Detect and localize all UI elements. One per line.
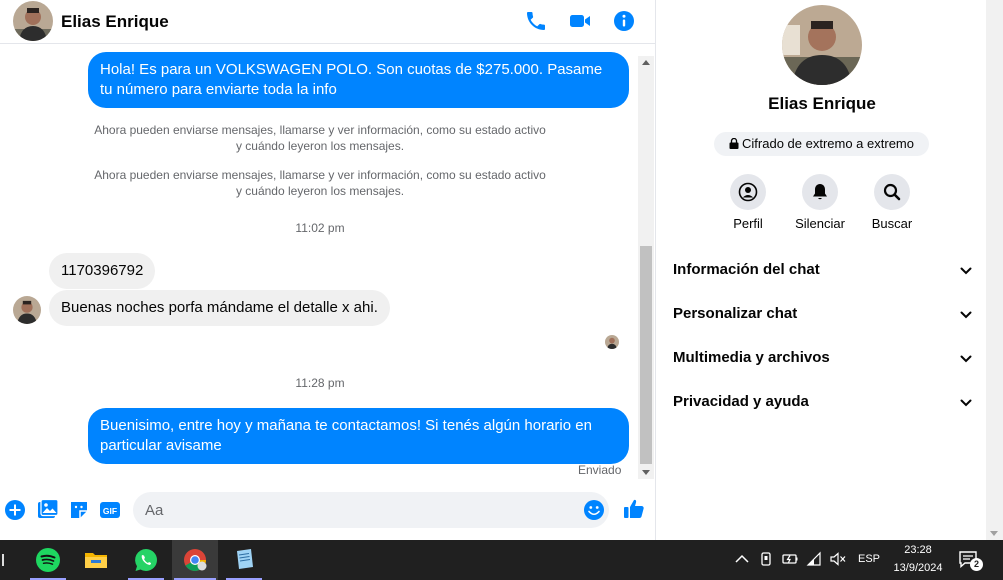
contact-name[interactable]: Elias Enrique [61, 12, 169, 32]
clock-time[interactable]: 23:28 [892, 544, 944, 556]
clock-date[interactable]: 13/9/2024 [888, 562, 948, 574]
info-icon[interactable] [612, 9, 636, 33]
chat-header: Elias Enrique [0, 0, 655, 44]
scroll-up-arrow[interactable] [642, 60, 650, 65]
encryption-badge[interactable]: Cifrado de extremo a extremo [714, 132, 929, 156]
mute-button[interactable]: Silenciar [785, 174, 855, 231]
info-scrollbar[interactable] [986, 0, 1003, 540]
chevron-down-icon [960, 311, 972, 319]
message-status: Enviado [578, 463, 622, 477]
chevron-down-icon [960, 267, 972, 275]
spotify-icon[interactable] [28, 540, 68, 580]
section-customize-chat[interactable]: Personalizar chat [673, 296, 973, 332]
whatsapp-icon[interactable] [126, 540, 166, 580]
profile-button[interactable]: Perfil [713, 174, 783, 231]
conversation-info-pane: Elias Enrique Cifrado de extremo a extre… [657, 0, 1003, 540]
taskbar: ESP 23:28 13/9/2024 2 [0, 540, 1003, 580]
chevron-up-icon[interactable] [733, 550, 751, 568]
svg-text:GIF: GIF [103, 506, 117, 516]
image-icon[interactable] [37, 499, 59, 521]
read-receipt-avatar [605, 335, 619, 349]
profile-name: Elias Enrique [768, 94, 876, 113]
file-explorer-icon[interactable] [76, 540, 116, 580]
sticker-icon[interactable] [68, 499, 90, 521]
search-label: Buscar [871, 216, 913, 231]
search-icon [883, 183, 901, 201]
scroll-thumb[interactable] [640, 246, 652, 464]
mute-label: Silenciar [795, 216, 845, 231]
chevron-down-icon [960, 355, 972, 363]
notepad-icon[interactable] [224, 540, 264, 580]
chat-pane: Elias Enrique Hola! Es para un VOLKSWAGE… [0, 0, 656, 540]
scroll-down-arrow[interactable] [990, 531, 998, 536]
bell-icon [813, 184, 827, 200]
thumbs-up-icon[interactable] [622, 497, 646, 521]
message-list[interactable]: Hola! Es para un VOLKSWAGEN POLO. Son cu… [0, 45, 640, 485]
message-composer: GIF [0, 489, 655, 533]
message-outgoing[interactable]: Hola! Es para un VOLKSWAGEN POLO. Son cu… [88, 52, 629, 108]
notification-count: 2 [970, 558, 983, 571]
section-label: Privacidad y ayuda [673, 393, 809, 410]
plus-icon[interactable] [4, 499, 26, 521]
message-timestamp: 11:28 pm [295, 376, 345, 390]
search-button[interactable]: Buscar [857, 174, 927, 231]
message-outgoing[interactable]: Buenisimo, entre hoy y mañana te contact… [88, 408, 629, 464]
encryption-label: Cifrado de extremo a extremo [742, 136, 914, 151]
phone-icon[interactable] [524, 9, 548, 33]
contact-avatar[interactable] [13, 1, 53, 41]
profile-icon [738, 182, 758, 202]
system-notice: Ahora pueden enviarse mensajes, llamarse… [94, 123, 546, 153]
profile-label: Perfil [733, 216, 763, 231]
contact-avatar-small[interactable] [13, 296, 41, 324]
section-label: Información del chat [673, 261, 820, 278]
notifications-button[interactable]: 2 [958, 550, 983, 571]
usb-device-icon[interactable] [757, 550, 775, 568]
chat-scrollbar[interactable] [638, 56, 654, 479]
message-incoming[interactable]: Buenas noches porfa mándame el detalle x… [49, 290, 390, 326]
battery-icon[interactable] [781, 550, 799, 568]
message-timestamp: 11:02 pm [295, 221, 345, 235]
chrome-icon[interactable] [172, 540, 218, 580]
input-language[interactable]: ESP [858, 553, 880, 565]
emoji-icon[interactable] [583, 499, 605, 521]
gif-icon[interactable]: GIF [99, 499, 121, 521]
message-input[interactable] [133, 492, 609, 528]
message-incoming[interactable]: 1170396792 [49, 253, 156, 289]
section-privacy-help[interactable]: Privacidad y ayuda [673, 384, 973, 420]
section-chat-info[interactable]: Información del chat [673, 252, 973, 288]
lock-icon [729, 137, 739, 149]
scroll-down-arrow[interactable] [642, 470, 650, 475]
volume-muted-icon[interactable] [829, 550, 847, 568]
section-label: Multimedia y archivos [673, 349, 830, 366]
task-view-edge-icon[interactable] [2, 554, 4, 566]
video-camera-icon[interactable] [568, 9, 592, 33]
chevron-down-icon [960, 399, 972, 407]
section-media-files[interactable]: Multimedia y archivos [673, 340, 973, 376]
wifi-icon[interactable] [805, 550, 823, 568]
profile-avatar[interactable] [782, 5, 862, 85]
section-label: Personalizar chat [673, 305, 798, 322]
system-notice: Ahora pueden enviarse mensajes, llamarse… [94, 168, 546, 198]
